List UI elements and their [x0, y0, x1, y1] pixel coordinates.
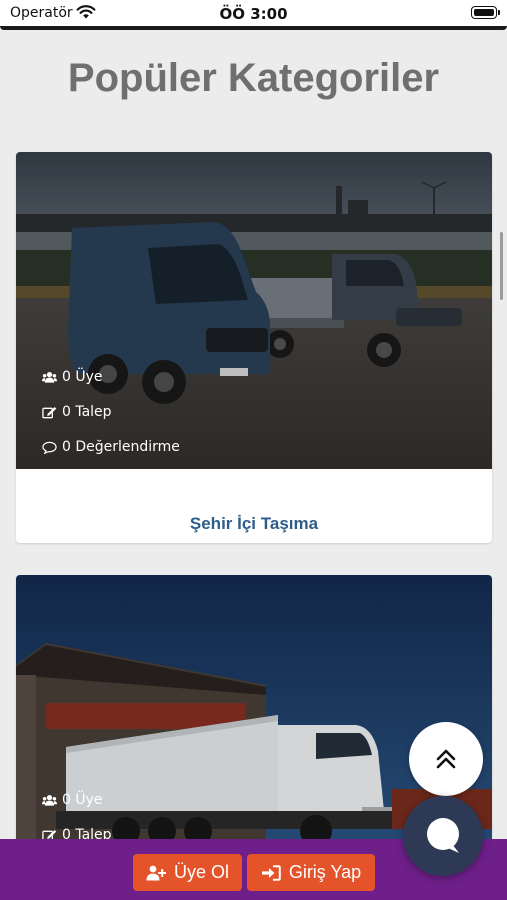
users-icon: [42, 371, 57, 383]
request-count: 0 Talep: [42, 404, 112, 420]
signup-label: Üye Ol: [173, 862, 229, 882]
page-title: Popüler Kategoriler: [67, 56, 440, 100]
users-icon: [42, 794, 57, 806]
status-clock: ÖÖ 3:00: [219, 5, 288, 23]
login-label: Giriş Yap: [288, 862, 362, 882]
category-card[interactable]: 0 Üye 0 Talep 0 Değerlendirme Şehir İçi …: [16, 152, 492, 543]
user-plus-icon: [146, 865, 166, 880]
comment-icon: [42, 441, 57, 454]
member-count: 0 Üye: [42, 792, 103, 808]
chat-button[interactable]: [403, 796, 483, 876]
double-chevron-up-icon: [436, 749, 456, 769]
member-count-label: 0 Üye: [62, 792, 103, 808]
status-bar: Operatör ÖÖ 3:00: [0, 0, 507, 28]
sign-in-icon: [261, 864, 281, 881]
category-image[interactable]: [16, 152, 492, 469]
header-divider: [0, 26, 507, 30]
scroll-to-top-button[interactable]: [409, 722, 483, 796]
member-count-label: 0 Üye: [62, 369, 103, 385]
battery-icon: [471, 6, 500, 19]
signup-button[interactable]: Üye Ol: [133, 854, 242, 891]
scrollbar[interactable]: [500, 232, 503, 300]
request-count-label: 0 Talep: [62, 404, 112, 420]
edit-icon: [42, 406, 57, 418]
login-button[interactable]: Giriş Yap: [247, 854, 375, 891]
review-count: 0 Değerlendirme: [42, 439, 180, 455]
chat-bubble-icon: [427, 818, 459, 853]
member-count: 0 Üye: [42, 369, 103, 385]
category-title[interactable]: Şehir İçi Taşıma: [16, 514, 492, 534]
review-count-label: 0 Değerlendirme: [62, 439, 180, 455]
